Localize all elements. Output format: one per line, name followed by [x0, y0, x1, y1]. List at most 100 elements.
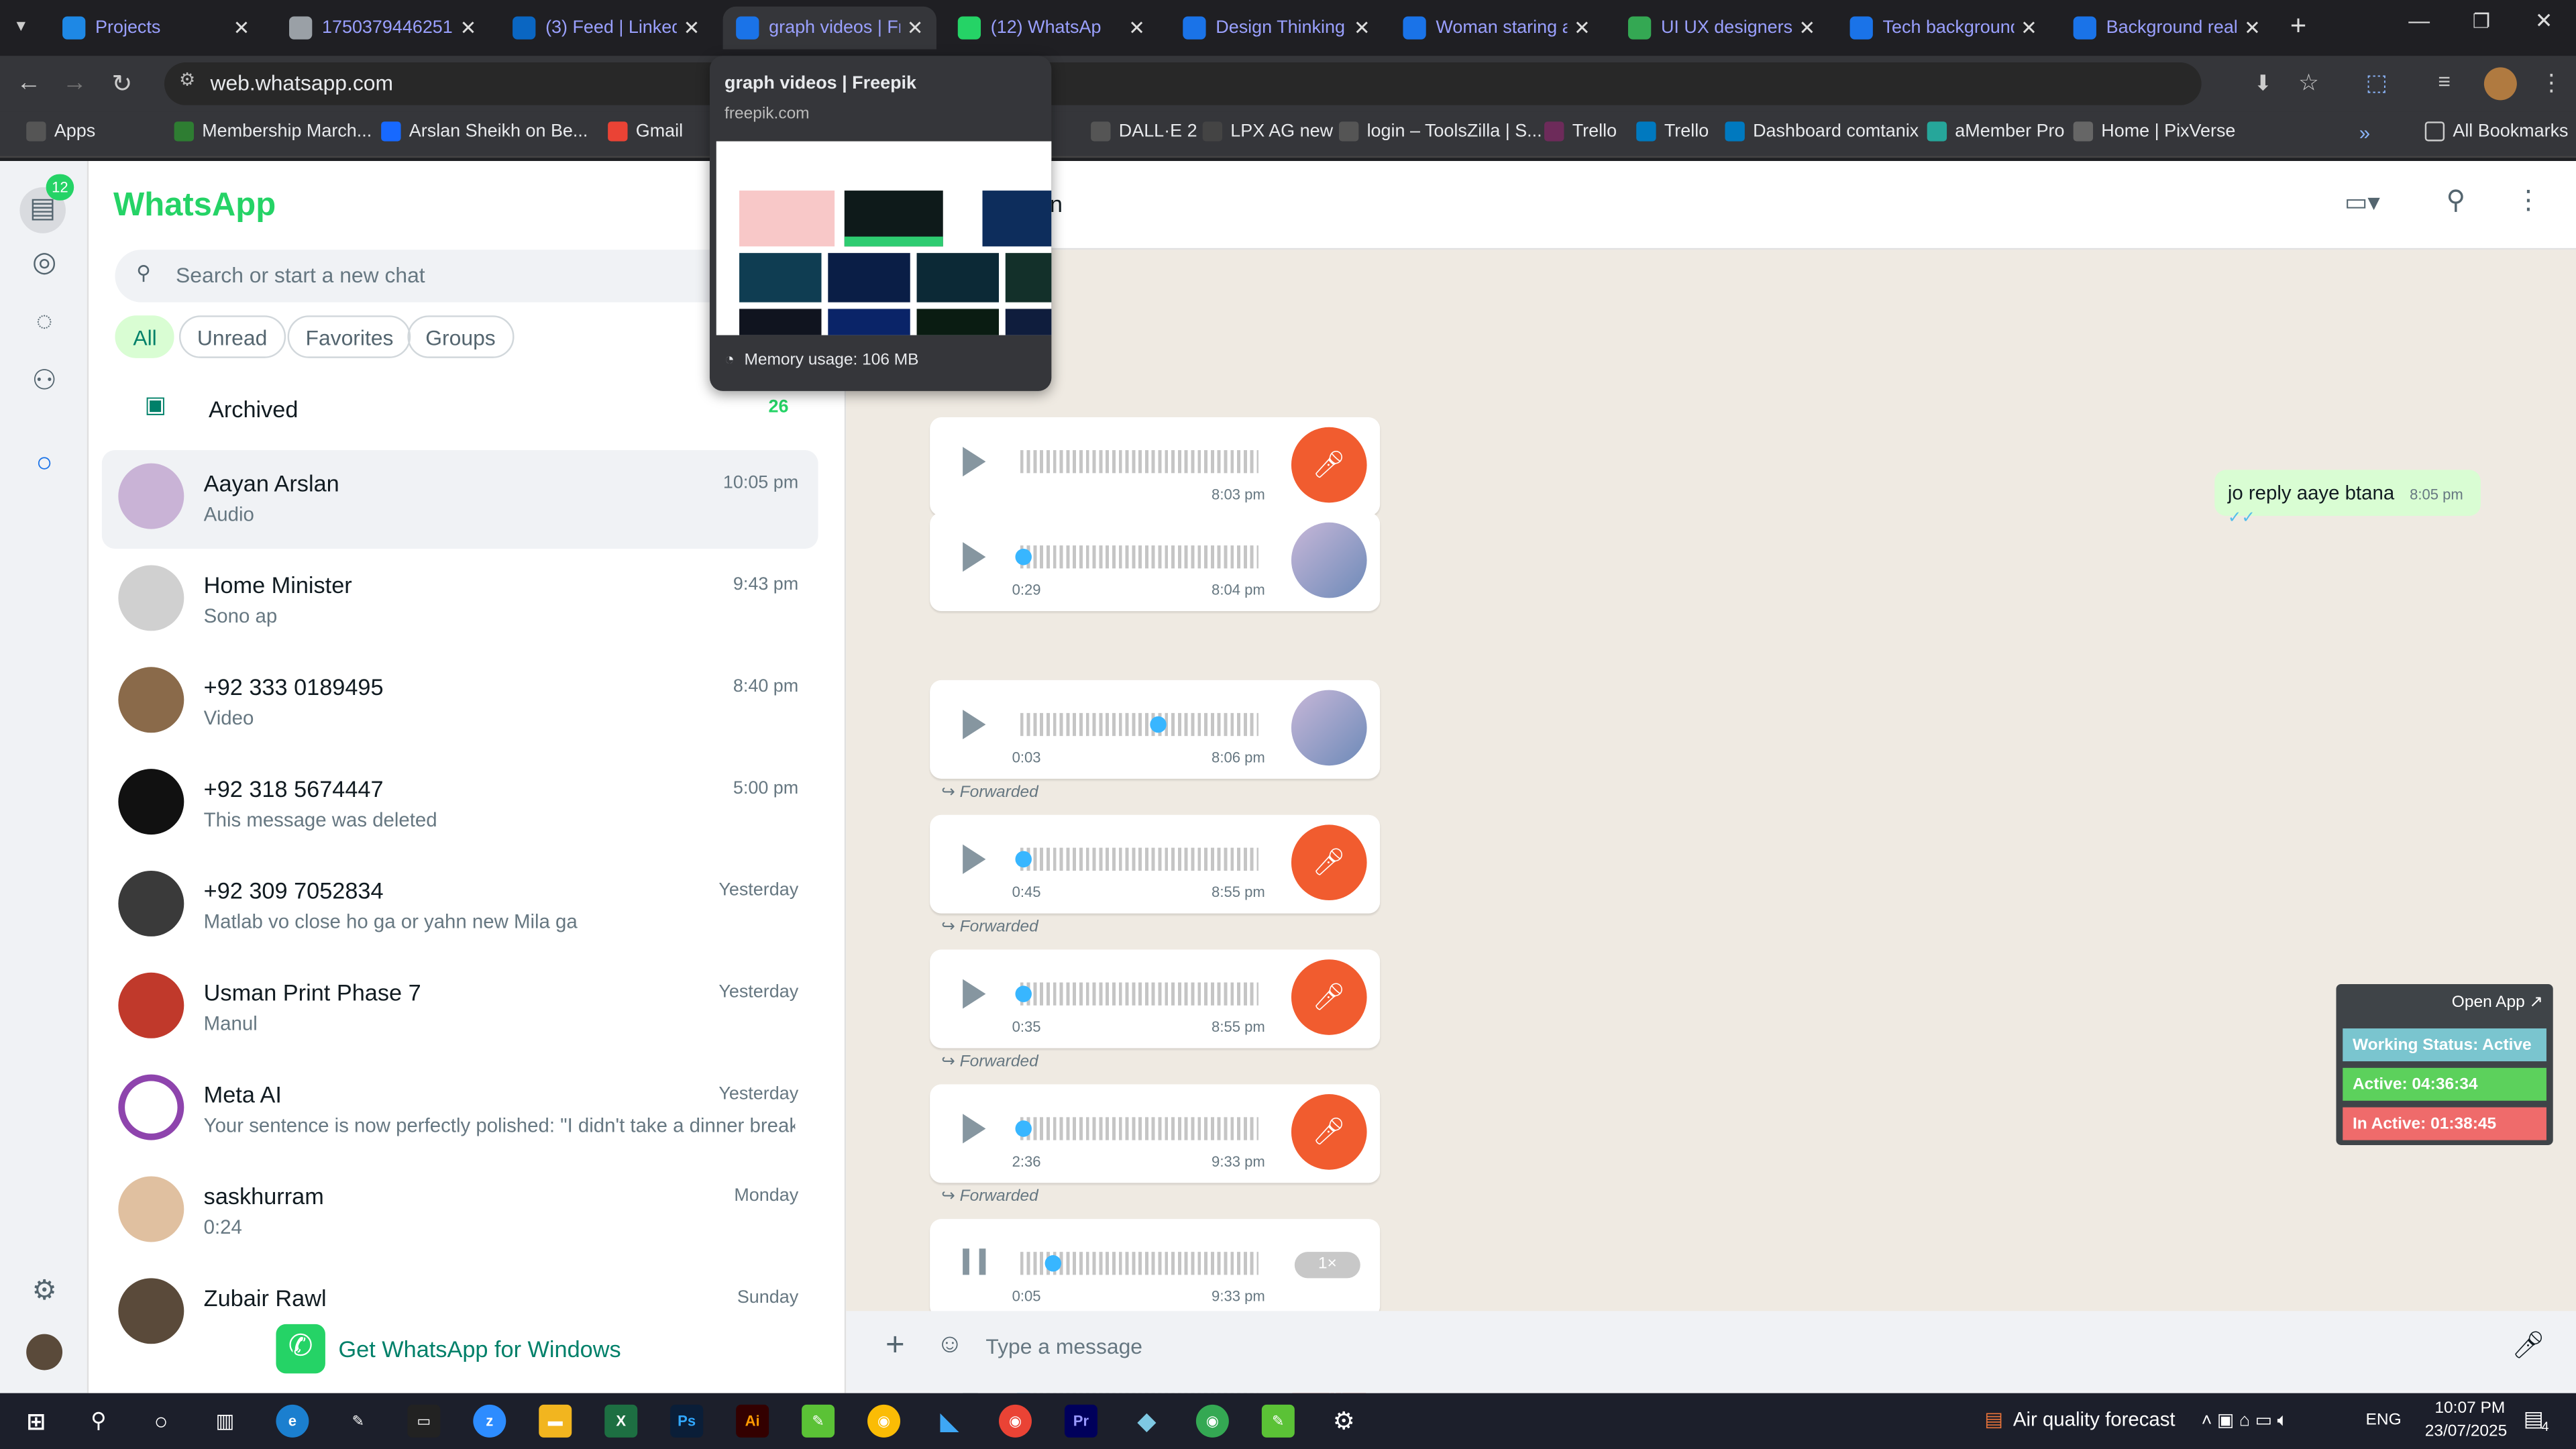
open-app-link[interactable]: Open App ↗: [2452, 994, 2543, 1012]
terminal-icon[interactable]: ▭: [407, 1404, 441, 1438]
settings-taskbar-icon[interactable]: ⚙: [1328, 1405, 1360, 1438]
voice-message[interactable]: 0:45 8:55 pm 🎤︎: [930, 814, 1381, 914]
illustrator-icon[interactable]: Ai: [736, 1404, 769, 1438]
voice-message[interactable]: 8:03 pm 🎤︎: [930, 417, 1381, 516]
bookmark-item[interactable]: login – ToolsZilla | S...: [1338, 121, 1542, 142]
communities-icon[interactable]: ⚇: [26, 365, 62, 401]
site-info-icon[interactable]: ⚙: [179, 69, 195, 90]
waveform[interactable]: [1020, 1117, 1258, 1140]
language-indicator[interactable]: ENG: [2366, 1411, 2402, 1430]
chat-row[interactable]: Aayan Arslan Audio 10:05 pm: [101, 450, 818, 549]
playhead[interactable]: [1015, 851, 1032, 868]
reload-icon[interactable]: ↻: [112, 69, 133, 99]
pen-icon[interactable]: ✎: [341, 1405, 374, 1438]
browser-tab[interactable]: Tech background ✕: [1837, 7, 2050, 50]
browser-tab[interactable]: UI UX designers t ✕: [1615, 7, 1828, 50]
bookmark-item[interactable]: Home | PixVerse: [2073, 121, 2235, 142]
premiere-icon[interactable]: Pr: [1064, 1404, 1097, 1438]
browser-tab[interactable]: graph videos | Fre ✕: [722, 6, 936, 50]
browser-tab[interactable]: Background realis ✕: [2060, 7, 2273, 50]
play-icon[interactable]: [963, 447, 986, 477]
close-window-button[interactable]: ✕: [2535, 8, 2553, 34]
browser-tab[interactable]: Woman staring at ✕: [1390, 7, 1603, 50]
filter-chip-unread[interactable]: Unread: [178, 315, 286, 358]
menu-icon[interactable]: ⋮: [2540, 69, 2563, 97]
play-icon[interactable]: [963, 979, 986, 1009]
chat-menu-icon[interactable]: ⋮: [2515, 184, 2541, 217]
clock-time[interactable]: 10:07 PM: [2434, 1400, 2505, 1418]
status-icon[interactable]: ◎: [26, 246, 62, 282]
channels-icon[interactable]: ◌: [26, 306, 62, 342]
bookmark-item[interactable]: DALL·E 2: [1091, 121, 1197, 142]
bookmark-item[interactable]: Gmail: [608, 121, 683, 142]
install-icon[interactable]: ⬇: [2254, 70, 2272, 97]
edge-icon[interactable]: e: [276, 1404, 309, 1438]
tab-close-icon[interactable]: ✕: [2244, 16, 2261, 39]
waveform[interactable]: [1020, 450, 1258, 474]
app-diamond-icon[interactable]: ◆: [1130, 1405, 1163, 1438]
bookmark-item[interactable]: Apps: [26, 121, 95, 142]
bookmarks-overflow-icon[interactable]: »: [2359, 121, 2370, 144]
video-call-icon[interactable]: ▭▾: [2345, 187, 2380, 217]
chat-row[interactable]: +92 333 0189495 Video 8:40 pm: [102, 654, 818, 753]
bookmark-star-icon[interactable]: ☆: [2298, 69, 2319, 97]
play-icon[interactable]: [963, 542, 986, 572]
playhead[interactable]: [1015, 985, 1032, 1002]
forward-icon[interactable]: →: [62, 69, 87, 97]
message-input[interactable]: Type a message: [985, 1334, 2464, 1359]
playhead[interactable]: [1044, 1255, 1062, 1272]
back-icon[interactable]: ←: [16, 69, 41, 97]
search-taskbar-icon[interactable]: ⚲: [82, 1405, 115, 1438]
chat-row[interactable]: Meta AI Your sentence is now perfectly po…: [102, 1061, 818, 1160]
playback-speed-button[interactable]: 1×: [1294, 1252, 1360, 1279]
play-icon[interactable]: [963, 844, 986, 874]
task-view-icon[interactable]: ▥: [209, 1405, 241, 1438]
tab-close-icon[interactable]: ✕: [1354, 16, 1371, 39]
chrome-icon[interactable]: ◉: [867, 1404, 901, 1438]
vscode-icon[interactable]: ◣: [933, 1405, 966, 1438]
waveform[interactable]: [1020, 712, 1258, 737]
media-icon[interactable]: ≡: [2438, 69, 2451, 94]
pause-icon[interactable]: [963, 1248, 986, 1275]
playhead[interactable]: [1015, 548, 1032, 566]
meta-ai-icon[interactable]: ○: [26, 447, 62, 483]
tab-close-icon[interactable]: ✕: [233, 16, 250, 39]
get-app-banner[interactable]: ✆ Get WhatsApp for Windows: [276, 1324, 621, 1374]
clock-date[interactable]: 23/07/2025: [2425, 1423, 2508, 1441]
voice-message[interactable]: 0:29 8:04 pm: [930, 513, 1381, 612]
waveform[interactable]: [1020, 847, 1258, 871]
voice-message[interactable]: 0:05 9:33 pm 1×: [930, 1219, 1381, 1318]
waveform[interactable]: [1020, 545, 1258, 569]
bookmark-item[interactable]: LPX AG new: [1202, 121, 1333, 142]
bookmark-item[interactable]: Membership March...: [174, 121, 372, 142]
chrome-2-icon[interactable]: ◉: [1195, 1404, 1229, 1438]
tab-search-icon[interactable]: ▾: [16, 15, 25, 36]
browser-tab[interactable]: Projects ✕: [49, 7, 262, 50]
attach-icon[interactable]: +: [885, 1328, 905, 1365]
outgoing-message[interactable]: jo reply aaye btana 8:05 pm ✓✓: [2214, 470, 2481, 527]
chat-row[interactable]: Usman Print Phase 7 Manul Yesterday: [102, 959, 818, 1058]
omnibox[interactable]: ⚙ web.whatsapp.com: [164, 62, 2202, 105]
browser-tab[interactable]: (3) Feed | Linkedi ✕: [499, 7, 712, 50]
voice-message[interactable]: 2:36 9:33 pm 🎤︎: [930, 1084, 1381, 1183]
start-icon[interactable]: ⊞: [19, 1405, 52, 1438]
extensions-icon[interactable]: ⬚: [2366, 69, 2387, 97]
notification-icon[interactable]: ▤: [2524, 1406, 2544, 1432]
app-green-icon[interactable]: ✎: [802, 1404, 835, 1438]
excel-icon[interactable]: X: [604, 1404, 638, 1438]
browser-tab[interactable]: 1750379446251 (✕: [276, 7, 489, 50]
archived-row[interactable]: ▣ Archived 26: [102, 378, 818, 437]
settings-icon[interactable]: ⚙: [26, 1275, 62, 1311]
play-icon[interactable]: [963, 709, 986, 740]
tab-close-icon[interactable]: ✕: [460, 16, 477, 39]
bookmark-item[interactable]: Trello: [1544, 121, 1617, 142]
bookmark-item[interactable]: Dashboard comtanix: [1725, 121, 1919, 142]
tab-close-icon[interactable]: ✕: [907, 16, 924, 39]
contact-name-partial[interactable]: n: [1050, 191, 1063, 217]
filter-chip-all[interactable]: All: [115, 315, 175, 358]
chrome-active-icon[interactable]: ◉: [998, 1404, 1032, 1438]
weather-widget[interactable]: ▤ Air quality forecast: [1984, 1408, 2175, 1431]
tab-close-icon[interactable]: ✕: [684, 16, 700, 39]
waveform[interactable]: [1020, 982, 1258, 1006]
filter-chip-favorites[interactable]: Favorites: [287, 315, 412, 358]
